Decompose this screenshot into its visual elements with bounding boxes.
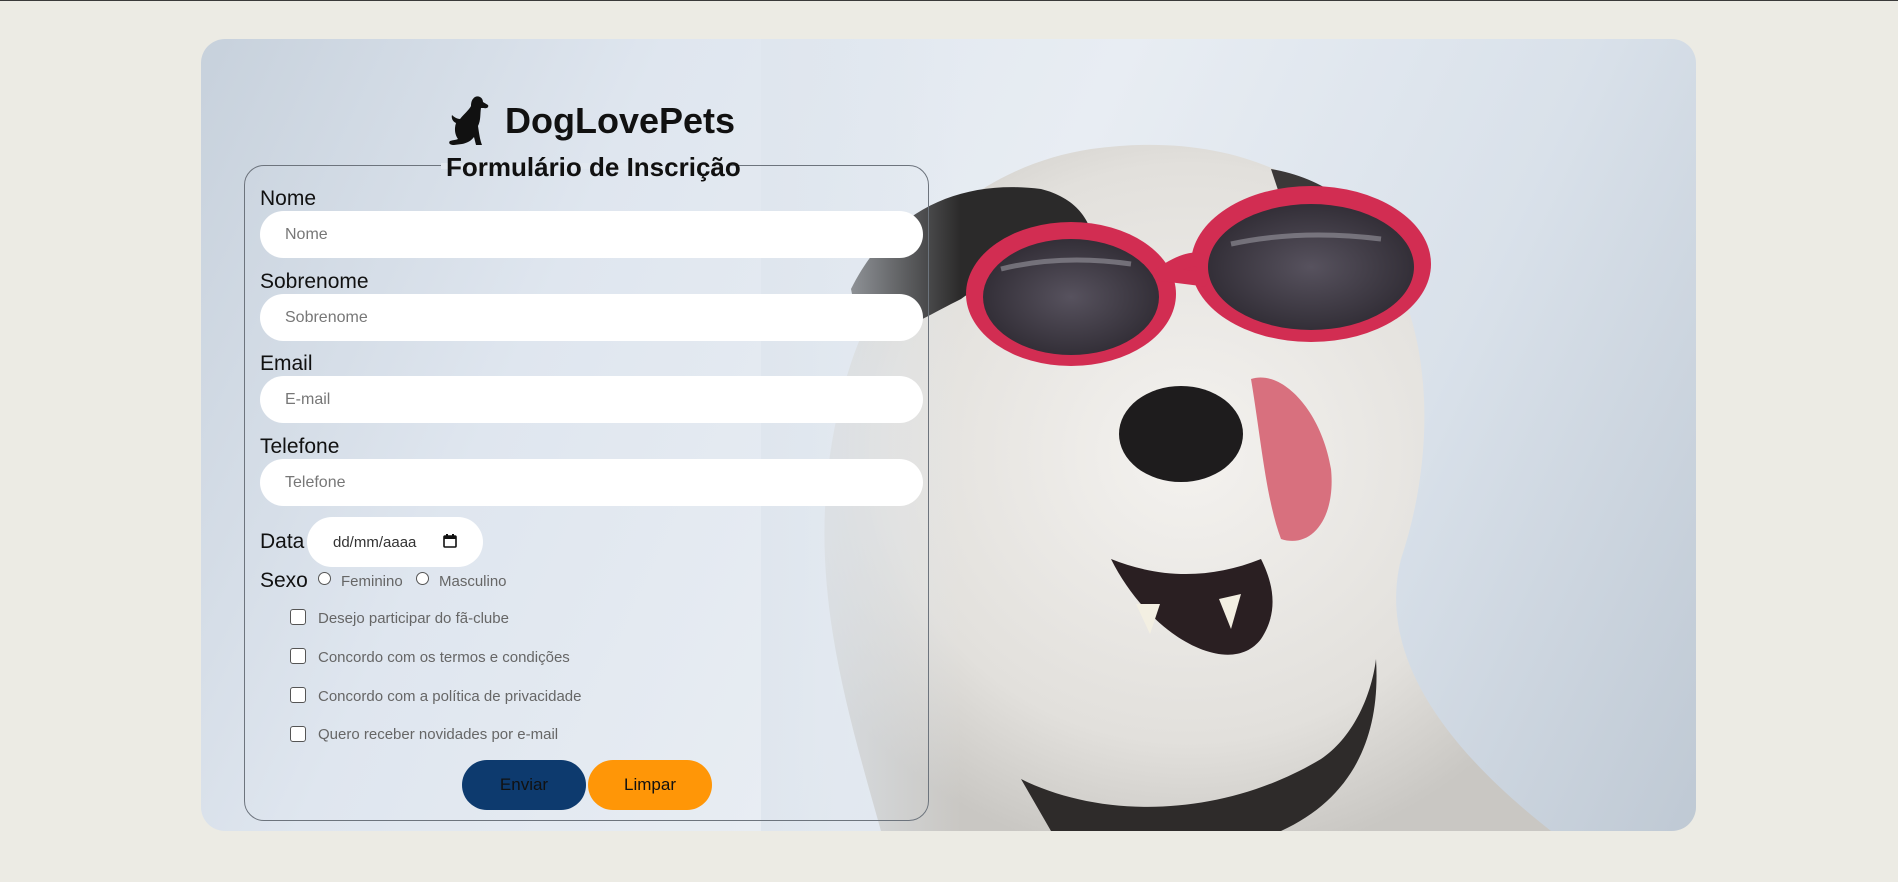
sobrenome-placeholder: Sobrenome	[285, 308, 368, 326]
nome-placeholder: Nome	[285, 225, 328, 243]
brand: DogLovePets	[445, 88, 735, 154]
enviar-button[interactable]: Enviar	[462, 760, 586, 810]
email-label: Email	[260, 352, 313, 375]
checkbox-novidades[interactable]	[290, 726, 306, 742]
sexo-label: Sexo	[260, 569, 308, 592]
brand-name: DogLovePets	[505, 100, 736, 141]
checkbox-novidades-label: Quero receber novidades por e-mail	[318, 726, 559, 743]
date-placeholder: dd/mm/aaaa	[333, 533, 417, 551]
signup-card: DogLovePets Formulário de Inscrição Nome…	[201, 39, 1696, 831]
top-border	[0, 0, 1898, 1]
dog-silhouette-icon	[449, 96, 489, 145]
radio-feminino-label: Feminino	[341, 573, 403, 590]
email-placeholder: E-mail	[285, 390, 331, 408]
form-legend: Formulário de Inscrição	[446, 152, 741, 182]
checkbox-privacidade-label: Concordo com a política de privacidade	[318, 688, 582, 705]
nome-label: Nome	[260, 187, 317, 210]
checkbox-fa-clube[interactable]	[290, 609, 306, 625]
radio-masculino[interactable]	[416, 572, 429, 585]
telefone-input[interactable]: Telefone	[260, 459, 923, 506]
checkbox-fa-clube-label: Desejo participar do fã-clube	[318, 610, 509, 627]
sobrenome-label: Sobrenome	[260, 270, 369, 293]
nome-input[interactable]: Nome	[260, 211, 923, 258]
checkbox-termos-label: Concordo com os termos e condições	[318, 649, 570, 666]
radio-masculino-label: Masculino	[439, 573, 507, 590]
telefone-placeholder: Telefone	[285, 473, 346, 491]
limpar-button[interactable]: Limpar	[588, 760, 712, 810]
date-input[interactable]: dd/mm/aaaa	[307, 517, 483, 567]
telefone-label: Telefone	[260, 435, 340, 458]
sobrenome-input[interactable]: Sobrenome	[260, 294, 923, 341]
radio-feminino[interactable]	[318, 572, 331, 585]
data-label: Data	[260, 530, 305, 553]
checkbox-privacidade[interactable]	[290, 687, 306, 703]
checkbox-termos[interactable]	[290, 648, 306, 664]
calendar-icon[interactable]	[443, 534, 457, 548]
email-input[interactable]: E-mail	[260, 376, 923, 423]
